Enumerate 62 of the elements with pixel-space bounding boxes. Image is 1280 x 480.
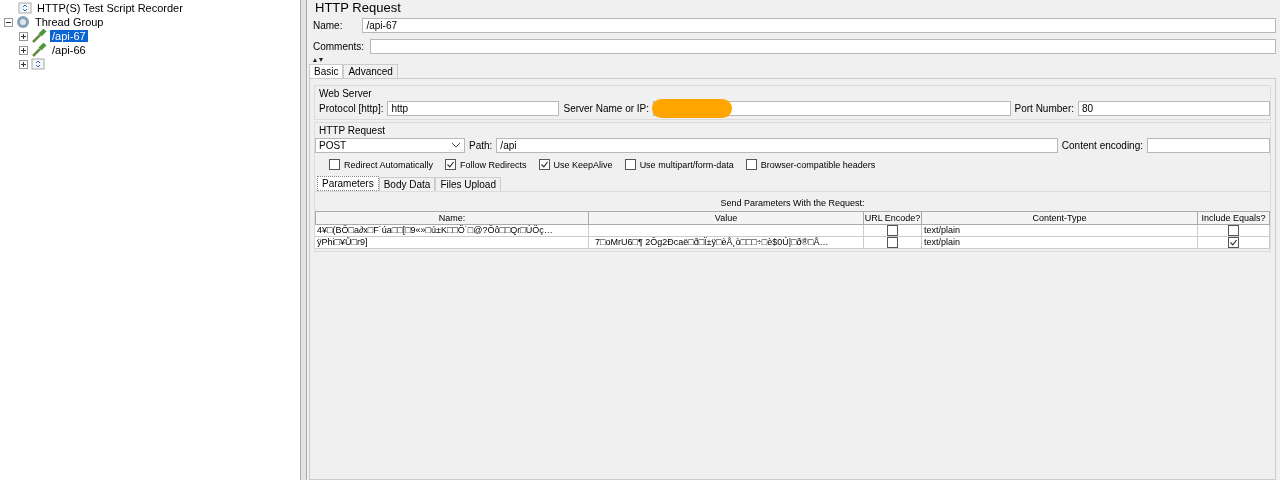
- table-cell: text/plain: [922, 237, 1198, 249]
- tree-item[interactable]: /api-66: [50, 44, 88, 56]
- pipette-icon: [31, 29, 47, 43]
- checkbox[interactable]: [1228, 237, 1239, 248]
- group-title: Web Server: [318, 88, 372, 99]
- checkbox-label: Browser-compatible headers: [760, 159, 876, 170]
- checkbox-label: Use multipart/form-data: [639, 159, 734, 170]
- tree-item[interactable]: Thread Group: [33, 16, 106, 28]
- path-field[interactable]: /api: [496, 137, 1058, 153]
- controller-icon: [31, 58, 45, 70]
- checkbox[interactable]: [538, 159, 550, 170]
- panel-title: HTTP Request: [314, 0, 401, 15]
- tab[interactable]: Basic: [309, 64, 344, 78]
- tree-item[interactable]: HTTP(S) Test Script Recorder: [35, 2, 185, 14]
- path-label: Path:: [469, 139, 493, 151]
- pipette-icon: [31, 43, 47, 57]
- table-cell: text/plain: [922, 225, 1198, 237]
- tab[interactable]: Advanced: [343, 64, 398, 78]
- tab[interactable]: Body Data: [378, 177, 436, 191]
- gear-icon: [16, 15, 30, 29]
- expand-toggle[interactable]: [19, 45, 28, 55]
- protocol-label: Protocol [http]:: [319, 102, 384, 114]
- column-header[interactable]: Content-Type: [922, 211, 1198, 225]
- checkbox-label: Use KeepAlive: [553, 159, 613, 170]
- checkbox[interactable]: [445, 159, 457, 170]
- tab[interactable]: Parameters: [317, 176, 379, 191]
- table-cell: 4¥□(BÖ□a∂x□F˙úa□□[□9«»□ú±K□□Ö˙□@?Öô□□Qr□ÚÖç…: [315, 225, 589, 237]
- checkbox[interactable]: [624, 159, 636, 170]
- name-field[interactable]: /api-67: [362, 18, 1276, 33]
- caret-icon: [451, 142, 461, 148]
- protocol-field[interactable]: http: [387, 100, 560, 116]
- tab[interactable]: Files Upload: [435, 177, 501, 191]
- splitter-arrows-icon: [313, 57, 323, 62]
- checkbox[interactable]: [887, 225, 898, 236]
- expand-toggle[interactable]: [19, 59, 28, 69]
- comments-field[interactable]: [370, 39, 1276, 54]
- port-field[interactable]: 80: [1078, 100, 1270, 116]
- name-label: Name:: [313, 20, 343, 31]
- table-cell: ÿPhi□¥Ů□r9]: [315, 237, 589, 249]
- checkbox[interactable]: [887, 237, 898, 248]
- comments-label: Comments:: [313, 41, 365, 52]
- tree-item[interactable]: /api-67: [50, 30, 88, 42]
- checkbox[interactable]: [1228, 225, 1239, 236]
- collapse-toggle[interactable]: [4, 17, 13, 27]
- server-field[interactable]: [653, 100, 1011, 116]
- table-cell: 7□oMrU6□¶ 2Õg2Ðcaë□ð□Ï±ÿ□èÅ¸ò□□□÷□è$0Ú|□ð®□Å…: [589, 237, 864, 249]
- encoding-label: Content encoding:: [1061, 139, 1143, 151]
- checkbox-label: Follow Redirects: [460, 159, 527, 170]
- server-label: Server Name or IP:: [563, 102, 650, 114]
- method-dropdown[interactable]: POST: [315, 137, 465, 153]
- checkbox-label: Redirect Automatically: [344, 159, 434, 170]
- expand-toggle[interactable]: [19, 31, 28, 41]
- column-header[interactable]: Include Equals?: [1198, 211, 1270, 225]
- port-label: Port Number:: [1014, 102, 1074, 114]
- table-caption: Send Parameters With the Request:: [719, 197, 866, 210]
- checkbox[interactable]: [329, 159, 340, 170]
- column-header[interactable]: URL Encode?: [864, 211, 922, 225]
- encoding-field[interactable]: [1147, 137, 1270, 153]
- column-header[interactable]: Name:: [315, 211, 589, 225]
- group-title: HTTP Request: [318, 125, 385, 136]
- column-header[interactable]: Value: [589, 211, 864, 225]
- checkbox[interactable]: [745, 159, 757, 170]
